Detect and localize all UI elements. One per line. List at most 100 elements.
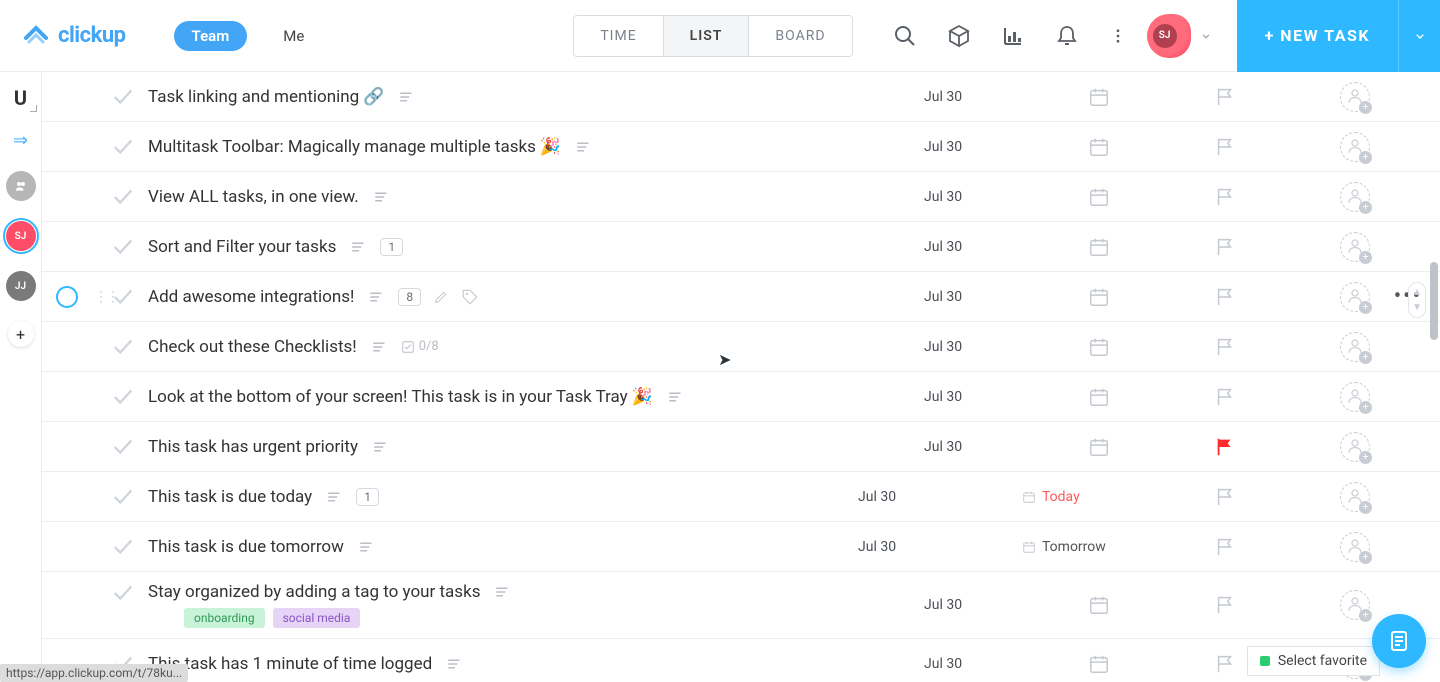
description-icon[interactable] [372, 438, 390, 456]
description-icon[interactable] [350, 238, 368, 256]
priority-flag-icon[interactable] [1214, 386, 1236, 408]
task-row[interactable]: Sort and Filter your tasks1Jul 30 [42, 222, 1440, 272]
tag-icon[interactable] [461, 288, 479, 306]
task-row[interactable]: This task has urgent priorityJul 30 [42, 422, 1440, 472]
complete-check-icon[interactable] [112, 582, 134, 604]
due-date[interactable]: Tomorrow [1022, 539, 1110, 555]
task-row[interactable]: Check out these Checklists!0/8Jul 30 [42, 322, 1440, 372]
scrollbar-thumb[interactable] [1430, 262, 1438, 340]
assignee-add[interactable] [1340, 282, 1370, 312]
assignee-add[interactable] [1340, 382, 1370, 412]
due-date-icon[interactable] [1088, 336, 1110, 358]
task-row[interactable]: Look at the bottom of your screen! This … [42, 372, 1440, 422]
priority-flag-icon[interactable] [1214, 86, 1236, 108]
brand-logo[interactable]: clickup [22, 22, 126, 50]
description-icon[interactable] [371, 338, 389, 356]
priority-flag-icon[interactable] [1214, 486, 1236, 508]
due-date-icon[interactable] [1088, 86, 1110, 108]
complete-check-icon[interactable] [112, 436, 134, 458]
task-row[interactable]: Stay organized by adding a tag to your t… [42, 572, 1440, 639]
assignee-add[interactable] [1340, 82, 1370, 112]
task-tag[interactable]: onboarding [184, 608, 265, 628]
description-icon[interactable] [446, 655, 464, 673]
select-favorite-chip[interactable]: Select favorite [1247, 646, 1380, 676]
description-icon[interactable] [373, 188, 391, 206]
account-menu[interactable]: SJ [1147, 14, 1213, 58]
complete-check-icon[interactable] [112, 186, 134, 208]
view-time[interactable]: TIME [574, 16, 663, 56]
description-icon[interactable] [368, 288, 386, 306]
scope-me[interactable]: Me [265, 21, 322, 51]
assignee-add[interactable] [1340, 232, 1370, 262]
task-row[interactable]: This task is due today1Jul 30Today [42, 472, 1440, 522]
notepad-fab[interactable] [1372, 614, 1426, 668]
new-task-dropdown[interactable] [1398, 0, 1440, 72]
priority-flag-icon[interactable] [1214, 653, 1236, 675]
description-icon[interactable] [575, 138, 593, 156]
rail-user-sj[interactable]: SJ [6, 221, 36, 251]
task-row[interactable]: ⋮⋮Add awesome integrations!8Jul 30••• [42, 272, 1440, 322]
search-icon[interactable] [893, 24, 917, 48]
assignee-add[interactable] [1340, 482, 1370, 512]
rail-add-button[interactable]: + [8, 321, 34, 347]
priority-flag-icon[interactable] [1214, 286, 1236, 308]
view-list[interactable]: LIST [664, 16, 750, 56]
description-icon[interactable] [398, 88, 416, 106]
priority-flag-icon[interactable] [1214, 186, 1236, 208]
complete-check-icon[interactable] [112, 536, 134, 558]
due-date-icon[interactable] [1088, 136, 1110, 158]
description-icon[interactable] [358, 538, 376, 556]
view-board[interactable]: BOARD [749, 16, 851, 56]
complete-check-icon[interactable] [112, 86, 134, 108]
priority-flag-icon[interactable] [1214, 236, 1236, 258]
priority-flag-icon[interactable] [1214, 594, 1236, 616]
reports-icon[interactable] [1001, 24, 1025, 48]
subtask-count-badge: 1 [380, 238, 403, 256]
complete-check-icon[interactable] [112, 236, 134, 258]
due-date-icon[interactable] [1088, 386, 1110, 408]
task-row[interactable]: Task linking and mentioning🔗Jul 30 [42, 72, 1440, 122]
assignee-add[interactable] [1340, 182, 1370, 212]
due-date[interactable]: Today [1022, 489, 1110, 505]
complete-check-icon[interactable] [112, 136, 134, 158]
priority-flag-urgent-icon[interactable] [1214, 436, 1236, 458]
description-icon[interactable] [326, 488, 344, 506]
assignee-add[interactable] [1340, 132, 1370, 162]
assignee-add[interactable] [1340, 590, 1370, 620]
complete-check-icon[interactable] [112, 336, 134, 358]
scope-team[interactable]: Team [174, 21, 248, 51]
due-date-icon[interactable] [1088, 286, 1110, 308]
due-date-icon[interactable] [1088, 436, 1110, 458]
task-row[interactable]: Multitask Toolbar: Magically manage mult… [42, 122, 1440, 172]
task-row[interactable]: View ALL tasks, in one view.Jul 30 [42, 172, 1440, 222]
due-date-icon[interactable] [1088, 236, 1110, 258]
scope-toggle: Team Me [174, 21, 323, 51]
notifications-icon[interactable] [1055, 24, 1079, 48]
assignee-add[interactable] [1340, 332, 1370, 362]
task-row[interactable]: This task is due tomorrowJul 30Tomorrow [42, 522, 1440, 572]
edit-icon[interactable] [433, 289, 449, 305]
priority-flag-icon[interactable] [1214, 536, 1236, 558]
expand-rail-icon[interactable]: ⇒ [13, 130, 28, 151]
priority-flag-icon[interactable] [1214, 136, 1236, 158]
new-task-button[interactable]: + NEW TASK [1237, 0, 1398, 72]
rail-team-icon[interactable] [6, 171, 36, 201]
due-date-icon[interactable] [1088, 594, 1110, 616]
description-icon[interactable] [667, 388, 685, 406]
task-row[interactable]: This task has 1 minute of time loggedJul… [42, 639, 1440, 682]
cube-icon[interactable] [947, 24, 971, 48]
assignee-add[interactable] [1340, 432, 1370, 462]
assignee-add[interactable] [1340, 532, 1370, 562]
complete-check-icon[interactable] [112, 386, 134, 408]
due-date-icon[interactable] [1088, 653, 1110, 675]
due-date-icon[interactable] [1088, 186, 1110, 208]
task-title: Multitask Toolbar: Magically manage mult… [148, 137, 561, 157]
description-icon[interactable] [494, 583, 512, 601]
task-tag[interactable]: social media [273, 608, 361, 628]
workspace-letter[interactable]: U [14, 86, 27, 110]
rail-user-jj[interactable]: JJ [6, 271, 36, 301]
complete-check-icon[interactable] [112, 486, 134, 508]
drag-handle-icon[interactable]: ⋮⋮ [94, 289, 118, 305]
more-vertical-icon[interactable] [1109, 24, 1127, 48]
priority-flag-icon[interactable] [1214, 336, 1236, 358]
